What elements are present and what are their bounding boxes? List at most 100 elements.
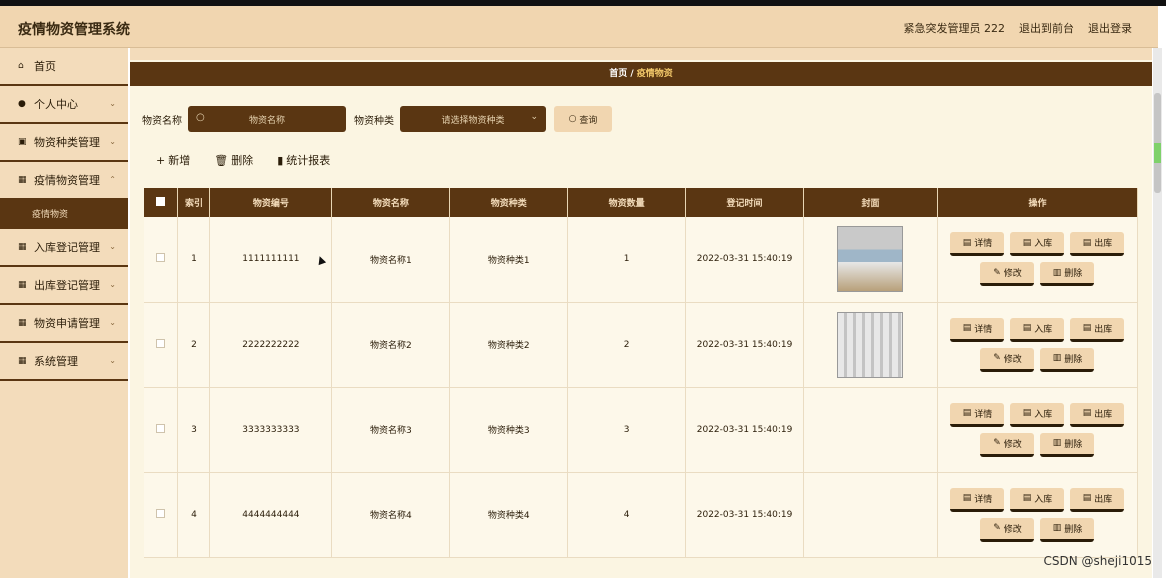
table-row: 1 1111111111 物资名称1 物资种类1 1 2022-03-31 15… (144, 217, 1139, 303)
toolbar: + 新增 🗑 删除 ▮ 统计报表 (156, 152, 330, 168)
cell-time: 2022-03-31 15:40:19 (685, 472, 805, 558)
sidebar-item-label: 首页 (34, 60, 56, 73)
type-label: 物资种类 (354, 115, 394, 127)
detail-label: 详情 (974, 494, 993, 505)
sidebar-item-outbound[interactable]: ▦ 出库登记管理 ⌄ (0, 267, 128, 305)
cell-code: 4444444444 (209, 472, 333, 558)
grid-icon: ▦ (18, 242, 27, 252)
inbound-button[interactable]: ▤ 入库 (1010, 487, 1065, 512)
type-select[interactable]: 请选择物资种类 ⌄ (400, 106, 546, 132)
chevron-down-icon: ⌄ (109, 280, 116, 289)
cell-name: 物资名称4 (331, 472, 451, 558)
scrollbar[interactable] (1153, 48, 1162, 578)
row-checkbox[interactable] (156, 508, 166, 518)
chevron-down-icon: ⌄ (109, 99, 116, 108)
cell-type: 物资种类3 (449, 387, 569, 473)
edit-button[interactable]: ✎ 修改 (980, 517, 1035, 542)
breadcrumb-home[interactable]: 首页 (609, 69, 627, 79)
cell-index: 1 (177, 217, 211, 303)
inbound-button[interactable]: ▤ 入库 (1010, 317, 1065, 342)
document-icon: ▤ (1082, 323, 1092, 333)
row-checkbox-cell[interactable] (144, 472, 179, 558)
delete-row-button[interactable]: ▥ 删除 (1040, 347, 1095, 372)
outbound-button[interactable]: ▤ 出库 (1070, 487, 1125, 512)
home-icon: ⌂ (18, 61, 24, 71)
sidebar-item-label: 出库登记管理 (34, 279, 100, 292)
edit-button[interactable]: ✎ 修改 (980, 347, 1035, 372)
document-icon: ▤ (1082, 493, 1092, 503)
cell-cover (803, 217, 938, 303)
name-search-input[interactable]: ○ 物资名称 (188, 106, 346, 132)
delete-row-label: 删除 (1064, 354, 1083, 365)
cover-image (837, 226, 904, 293)
delete-row-label: 删除 (1064, 269, 1083, 280)
outbound-button[interactable]: ▤ 出库 (1070, 402, 1125, 427)
row-checkbox-cell[interactable] (144, 387, 179, 473)
user-icon: ● (18, 99, 26, 109)
select-all-checkbox-cell[interactable] (144, 188, 179, 217)
table-row: 3 3333333333 物资名称3 物资种类3 3 2022-03-31 15… (144, 387, 1139, 473)
sidebar-item-home[interactable]: ⌂ 首页 (0, 48, 128, 86)
sidebar-item-label: 疫情物资管理 (34, 174, 100, 187)
sidebar-item-category[interactable]: ▣ 物资种类管理 ⌄ (0, 124, 128, 162)
sidebar-item-system[interactable]: ▦ 系统管理 ⌄ (0, 343, 128, 381)
document-icon: ▤ (962, 237, 972, 248)
col-header: 索引 (177, 188, 211, 217)
outbound-button[interactable]: ▤ 出库 (1070, 232, 1125, 257)
cell-name: 物资名称2 (331, 302, 451, 388)
sidebar-item-supplies[interactable]: ▦ 疫情物资管理 ⌃ (0, 162, 128, 200)
document-icon: ▤ (962, 323, 972, 333)
inbound-button[interactable]: ▤ 入库 (1010, 402, 1065, 427)
outbound-label: 出库 (1094, 409, 1113, 420)
sidebar-item-inbound[interactable]: ▦ 入库登记管理 ⌄ (0, 229, 128, 267)
select-all-checkbox[interactable] (156, 196, 166, 206)
row-checkbox[interactable] (156, 253, 166, 263)
name-search-placeholder: 物资名称 (248, 115, 285, 126)
cell-type: 物资种类1 (449, 217, 569, 303)
main-content: 首页 / 疫情物资 物资名称 ○ 物资名称 物资种类 请选择物资种类 ⌄ ○ 查… (130, 48, 1152, 578)
detail-button[interactable]: ▤ 详情 (950, 402, 1005, 427)
detail-label: 详情 (974, 239, 993, 250)
cell-ops: ▤ 详情 ▤ 入库 ▤ 出库 ✎ 修改 ▥ 删除 (937, 472, 1139, 558)
table-row: 4 4444444444 物资名称4 物资种类4 4 2022-03-31 15… (144, 472, 1139, 558)
chevron-down-icon: ⌄ (109, 242, 116, 251)
query-button[interactable]: ○ 查询 (554, 106, 612, 132)
row-checkbox[interactable] (156, 423, 166, 433)
delete-button[interactable]: 🗑 删除 (214, 152, 253, 168)
logout-link[interactable]: 退出登录 (1088, 20, 1132, 36)
sidebar-subitem-active[interactable]: 疫情物资 (0, 200, 128, 229)
cell-qty: 3 (567, 387, 687, 473)
cell-ops: ▤ 详情 ▤ 入库 ▤ 出库 ✎ 修改 ▥ 删除 (937, 387, 1139, 473)
detail-button[interactable]: ▤ 详情 (950, 487, 1005, 512)
row-checkbox-cell[interactable] (144, 302, 179, 388)
detail-label: 详情 (974, 409, 993, 420)
row-checkbox-cell[interactable] (144, 217, 179, 303)
header-actions: 紧急突发管理员 222 退出到前台 退出登录 (904, 20, 1133, 36)
report-button[interactable]: ▮ 统计报表 (277, 152, 330, 168)
cell-name: 物资名称1 (331, 217, 451, 303)
document-icon: ▤ (962, 493, 972, 503)
col-header: 物资种类 (449, 188, 569, 217)
exit-to-front-link[interactable]: 退出到前台 (1019, 20, 1074, 36)
add-button[interactable]: + 新增 (156, 152, 190, 168)
edit-button[interactable]: ✎ 修改 (980, 432, 1035, 457)
edit-label: 修改 (1003, 439, 1022, 450)
outbound-button[interactable]: ▤ 出库 (1070, 317, 1125, 342)
trash-icon: ▥ (1052, 438, 1062, 448)
sidebar-item-apply[interactable]: ▦ 物资申请管理 ⌄ (0, 305, 128, 343)
detail-button[interactable]: ▤ 详情 (950, 317, 1005, 342)
sidebar-item-label: 物资种类管理 (34, 136, 100, 149)
delete-row-button[interactable]: ▥ 删除 (1040, 517, 1095, 542)
row-checkbox[interactable] (156, 338, 166, 348)
sidebar-item-profile[interactable]: ● 个人中心 ⌄ (0, 86, 128, 124)
inbound-label: 入库 (1034, 494, 1053, 505)
delete-row-button[interactable]: ▥ 删除 (1040, 432, 1095, 457)
edit-label: 修改 (1003, 269, 1022, 280)
edit-button[interactable]: ✎ 修改 (980, 262, 1035, 287)
delete-row-button[interactable]: ▥ 删除 (1040, 262, 1095, 287)
inbound-button[interactable]: ▤ 入库 (1010, 232, 1065, 257)
type-select-placeholder: 请选择物资种类 (441, 115, 505, 126)
pencil-icon: ✎ (993, 438, 1001, 448)
detail-button[interactable]: ▤ 详情 (950, 232, 1005, 257)
breadcrumb-current: 疫情物资 (636, 69, 673, 79)
